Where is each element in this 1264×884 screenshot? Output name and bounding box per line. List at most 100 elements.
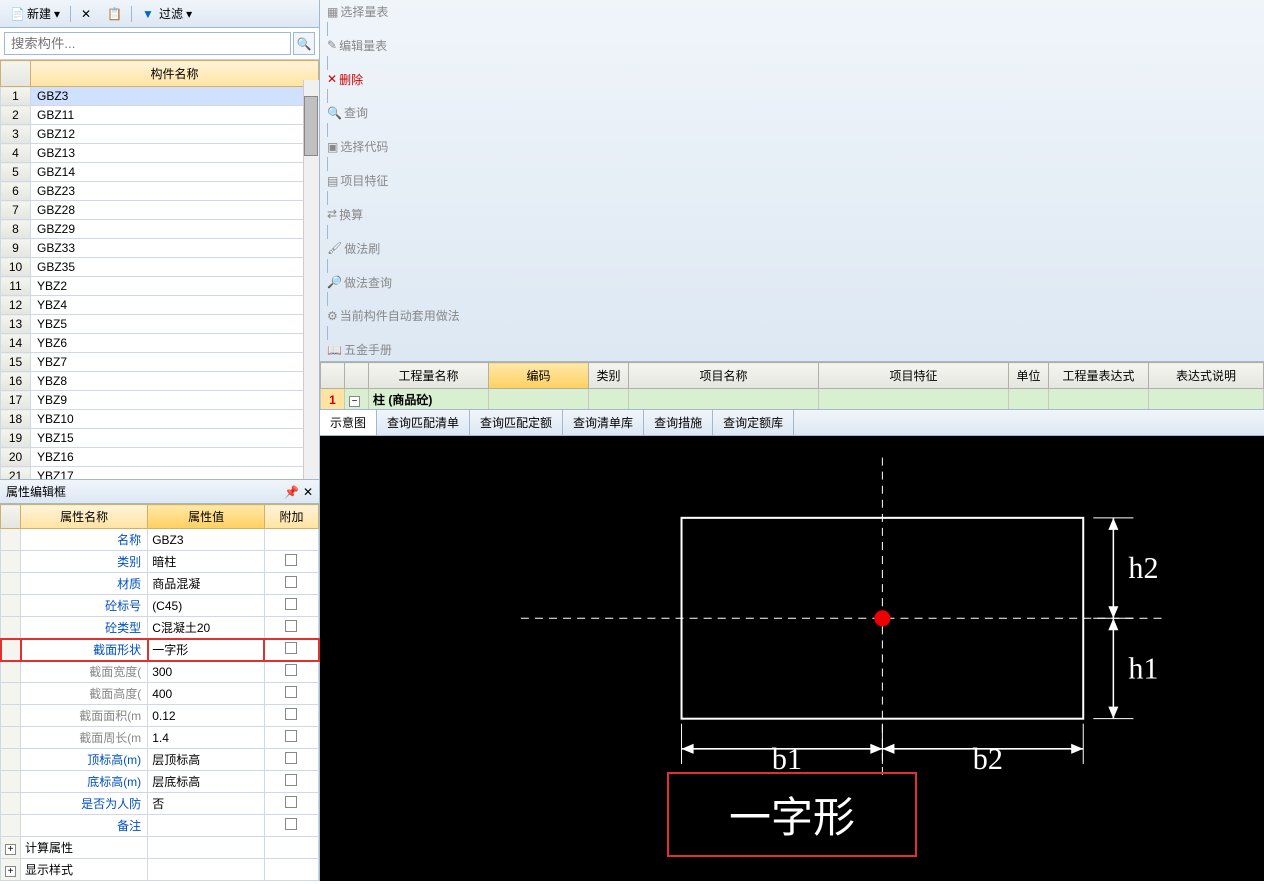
component-row[interactable]: 5GBZ14 xyxy=(1,163,319,182)
toolbar-选择代码[interactable]: ▣选择代码 xyxy=(324,137,463,156)
property-row[interactable]: 截面高度( 400 xyxy=(1,683,319,705)
checkbox[interactable] xyxy=(285,752,297,764)
search-input[interactable] xyxy=(4,32,291,55)
checkbox[interactable] xyxy=(285,554,297,566)
component-row[interactable]: 1GBZ3 xyxy=(1,87,319,106)
expand-toggle[interactable]: + xyxy=(1,859,21,881)
component-row[interactable]: 4GBZ13 xyxy=(1,144,319,163)
toolbar-做法刷[interactable]: 🖌做法刷 xyxy=(324,239,463,258)
toolbar-做法查询[interactable]: 🔎做法查询 xyxy=(324,273,463,292)
qty-header-5[interactable]: 项目名称 xyxy=(629,363,819,389)
checkbox[interactable] xyxy=(285,708,297,720)
checkbox[interactable] xyxy=(285,796,297,808)
property-row[interactable]: 类别 暗柱 xyxy=(1,551,319,573)
component-row[interactable]: 20YBZ16 xyxy=(1,448,319,467)
property-group-row[interactable]: + 显示样式 xyxy=(1,859,319,881)
component-row[interactable]: 13YBZ5 xyxy=(1,315,319,334)
component-row[interactable]: 7GBZ28 xyxy=(1,201,319,220)
toolbar-项目特征[interactable]: ▤项目特征 xyxy=(324,171,463,190)
diagram-canvas[interactable]: b1 b2 h2 h1 一字形 xyxy=(320,436,1264,881)
prop-value[interactable]: 一字形 xyxy=(148,639,265,661)
property-row[interactable]: 顶标高(m) 层顶标高 xyxy=(1,749,319,771)
component-row[interactable]: 21YBZ17 xyxy=(1,467,319,480)
toolbar-当前构件自动套用做法[interactable]: ⚙当前构件自动套用做法 xyxy=(324,306,463,325)
property-row[interactable]: 砼标号 (C45) xyxy=(1,595,319,617)
component-row[interactable]: 11YBZ2 xyxy=(1,277,319,296)
tab-示意图[interactable]: 示意图 xyxy=(320,410,377,435)
prop-value[interactable]: (C45) xyxy=(148,595,265,617)
close-icon[interactable]: ✕ xyxy=(303,485,313,499)
qty-header-9[interactable]: 表达式说明 xyxy=(1149,363,1264,389)
toolbar-查询[interactable]: 🔍查询 xyxy=(324,103,463,122)
qty-row[interactable]: 1 − 柱 (商品砼) xyxy=(321,389,1264,410)
tab-查询定额库[interactable]: 查询定额库 xyxy=(713,410,794,435)
property-row[interactable]: 备注 xyxy=(1,815,319,837)
prop-value[interactable]: 暗柱 xyxy=(148,551,265,573)
component-row[interactable]: 10GBZ35 xyxy=(1,258,319,277)
checkbox[interactable] xyxy=(285,598,297,610)
component-row[interactable]: 2GBZ11 xyxy=(1,106,319,125)
component-name-header[interactable]: 构件名称 xyxy=(31,61,319,87)
prop-value[interactable]: 1.4 xyxy=(148,727,265,749)
toolbar-选择量表[interactable]: ▦选择量表 xyxy=(324,2,463,21)
prop-value[interactable]: 400 xyxy=(148,683,265,705)
toolbar-编辑量表[interactable]: ✎编辑量表 xyxy=(324,36,463,55)
toolbar-删除[interactable]: ✕删除 xyxy=(324,70,463,89)
component-row[interactable]: 9GBZ33 xyxy=(1,239,319,258)
prop-value[interactable]: 0.12 xyxy=(148,705,265,727)
property-row[interactable]: 截面形状 一字形 xyxy=(1,639,319,661)
toolbar-五金手册[interactable]: 📖五金手册 xyxy=(324,340,463,359)
property-row[interactable]: 底标高(m) 层底标高 xyxy=(1,771,319,793)
expand-toggle[interactable]: + xyxy=(1,837,21,859)
component-row[interactable]: 12YBZ4 xyxy=(1,296,319,315)
checkbox[interactable] xyxy=(285,818,297,830)
property-row[interactable]: 截面宽度( 300 xyxy=(1,661,319,683)
prop-value[interactable] xyxy=(148,815,265,837)
tab-查询匹配清单[interactable]: 查询匹配清单 xyxy=(377,410,470,435)
prop-value[interactable]: 否 xyxy=(148,793,265,815)
property-row[interactable]: 是否为人防 否 xyxy=(1,793,319,815)
qty-header-1[interactable] xyxy=(345,363,369,389)
qty-header-0[interactable] xyxy=(321,363,345,389)
prop-value[interactable]: C混凝土20 xyxy=(148,617,265,639)
property-row[interactable]: 名称 GBZ3 xyxy=(1,529,319,551)
prop-value[interactable]: GBZ3 xyxy=(148,529,265,551)
qty-header-2[interactable]: 工程量名称 xyxy=(369,363,489,389)
tab-查询措施[interactable]: 查询措施 xyxy=(644,410,713,435)
tab-查询匹配定额[interactable]: 查询匹配定额 xyxy=(470,410,563,435)
checkbox[interactable] xyxy=(285,664,297,676)
property-group-row[interactable]: + 计算属性 xyxy=(1,837,319,859)
property-row[interactable]: 材质 商品混凝 xyxy=(1,573,319,595)
tab-查询清单库[interactable]: 查询清单库 xyxy=(563,410,644,435)
component-row[interactable]: 19YBZ15 xyxy=(1,429,319,448)
component-row[interactable]: 17YBZ9 xyxy=(1,391,319,410)
component-row[interactable]: 14YBZ6 xyxy=(1,334,319,353)
search-button[interactable]: 🔍 xyxy=(293,32,315,55)
new-button[interactable]: 📄 新建 ▾ xyxy=(6,3,64,24)
delete-button[interactable]: ✕ xyxy=(77,5,99,23)
toolbar-换算[interactable]: ⇄换算 xyxy=(324,205,463,224)
scrollbar-vertical[interactable] xyxy=(303,80,319,479)
qty-header-8[interactable]: 工程量表达式 xyxy=(1049,363,1149,389)
component-row[interactable]: 3GBZ12 xyxy=(1,125,319,144)
qty-header-3[interactable]: 编码 xyxy=(489,363,589,389)
checkbox[interactable] xyxy=(285,686,297,698)
prop-value[interactable]: 层底标高 xyxy=(148,771,265,793)
copy-button[interactable]: 📋 xyxy=(103,5,125,23)
filter-button[interactable]: ▼ 过滤 ▾ xyxy=(138,3,196,24)
property-row[interactable]: 截面面积(m 0.12 xyxy=(1,705,319,727)
qty-header-7[interactable]: 单位 xyxy=(1009,363,1049,389)
prop-value[interactable]: 商品混凝 xyxy=(148,573,265,595)
property-row[interactable]: 截面周长(m 1.4 xyxy=(1,727,319,749)
checkbox[interactable] xyxy=(285,774,297,786)
scrollbar-thumb[interactable] xyxy=(304,96,318,156)
prop-value[interactable]: 300 xyxy=(148,661,265,683)
qty-header-6[interactable]: 项目特征 xyxy=(819,363,1009,389)
checkbox[interactable] xyxy=(285,730,297,742)
component-row[interactable]: 6GBZ23 xyxy=(1,182,319,201)
expand-toggle[interactable]: − xyxy=(349,396,360,407)
qty-header-4[interactable]: 类别 xyxy=(589,363,629,389)
component-row[interactable]: 8GBZ29 xyxy=(1,220,319,239)
prop-value[interactable]: 层顶标高 xyxy=(148,749,265,771)
checkbox[interactable] xyxy=(285,620,297,632)
